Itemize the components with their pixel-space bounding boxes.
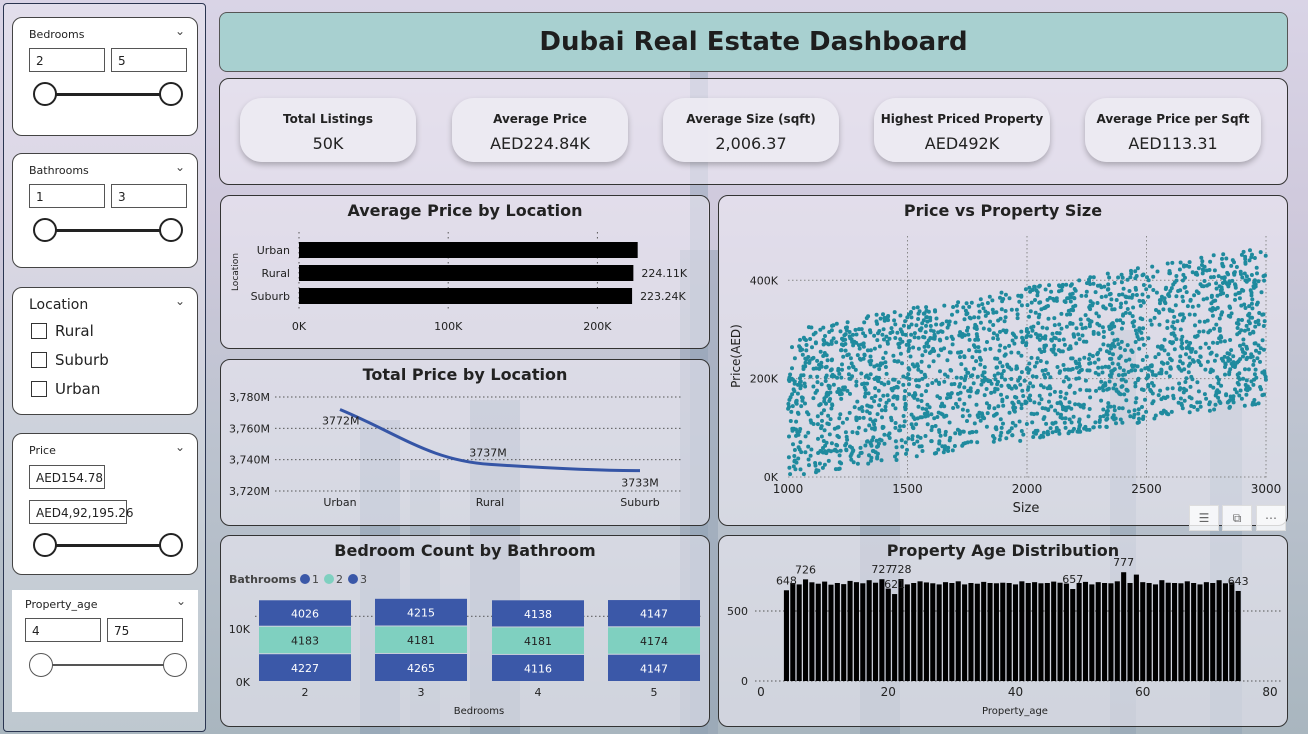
kpi-value: AED224.84K xyxy=(490,134,590,153)
kpi-value: AED113.31 xyxy=(1128,134,1218,153)
total-price-by-location-panel[interactable]: Total Price by Location xyxy=(220,359,710,526)
price-slider-max-handle[interactable] xyxy=(159,533,183,557)
chart-title: Bedroom Count by Bathroom xyxy=(334,541,596,560)
kpi-label: Highest Priced Property xyxy=(880,112,1044,126)
kpi-value: AED492K xyxy=(924,134,1000,153)
chart-title: Price vs Property Size xyxy=(903,201,1103,220)
filter-icon[interactable]: ☰ xyxy=(1189,505,1219,531)
kpi-card-price-per-sqft: Average Price per Sqft AED113.31 xyxy=(1085,98,1261,162)
bathrooms-slicer-title: Bathrooms xyxy=(29,164,89,177)
property-age-slider-min-handle[interactable] xyxy=(29,653,53,677)
property-age-slider-track[interactable] xyxy=(40,664,176,666)
price-min-input[interactable]: AED154.78 xyxy=(29,465,105,489)
bedrooms-slider-min-handle[interactable] xyxy=(33,82,57,106)
chevron-down-icon[interactable]: ⌄ xyxy=(176,594,186,608)
chart-title: Total Price by Location xyxy=(362,365,568,384)
property-age-panel[interactable]: Property Age Distribution xyxy=(718,535,1288,727)
kpi-label: Average Price per Sqft xyxy=(1096,112,1250,126)
bathrooms-slider-min-handle[interactable] xyxy=(33,218,57,242)
bedrooms-slicer[interactable]: Bedrooms ⌄ 2 5 xyxy=(12,17,198,136)
focus-mode-icon[interactable]: ⧉ xyxy=(1222,505,1252,531)
property-age-slider-max-handle[interactable] xyxy=(163,653,187,677)
location-slicer[interactable]: Location ⌄ Rural Suburb Urban xyxy=(12,287,198,415)
price-slider-min-handle[interactable] xyxy=(33,533,57,557)
chevron-down-icon[interactable]: ⌄ xyxy=(175,294,185,308)
location-slicer-title: Location xyxy=(29,297,89,313)
property-age-min-input[interactable]: 4 xyxy=(25,618,101,642)
checkbox[interactable] xyxy=(31,352,47,368)
bedrooms-slider-track[interactable] xyxy=(43,93,173,96)
bedrooms-slicer-title: Bedrooms xyxy=(29,28,85,41)
kpi-card-highest-price: Highest Priced Property AED492K xyxy=(874,98,1050,162)
dashboard-title: Dubai Real Estate Dashboard xyxy=(219,12,1288,72)
kpi-value: 2,006.37 xyxy=(715,134,787,153)
location-option-rural[interactable]: Rural xyxy=(31,322,94,340)
price-slicer[interactable]: Price ⌄ AED154.78 AED4,92,195.26 xyxy=(12,433,198,575)
more-options-icon[interactable]: ⋯ xyxy=(1256,505,1286,531)
bathrooms-slicer[interactable]: Bathrooms ⌄ 1 3 xyxy=(12,153,198,268)
kpi-value: 50K xyxy=(312,134,344,153)
chart-title: Property Age Distribution xyxy=(886,541,1120,560)
chevron-down-icon[interactable]: ⌄ xyxy=(175,440,185,454)
bedrooms-slider-max-handle[interactable] xyxy=(159,82,183,106)
chevron-down-icon[interactable]: ⌄ xyxy=(175,24,185,38)
bedroom-count-panel[interactable]: Bedroom Count by Bathroom xyxy=(220,535,710,727)
kpi-label: Average Price xyxy=(493,112,587,126)
checkbox[interactable] xyxy=(31,381,47,397)
property-age-slicer-title: Property_age xyxy=(25,598,98,611)
price-slicer-title: Price xyxy=(29,444,56,457)
price-max-input[interactable]: AED4,92,195.26 xyxy=(29,500,134,524)
kpi-card-total-listings: Total Listings 50K xyxy=(240,98,416,162)
price-vs-size-panel[interactable]: Price vs Property Size xyxy=(718,195,1288,526)
location-option-label: Rural xyxy=(55,322,94,340)
bedrooms-max-input[interactable]: 5 xyxy=(111,48,187,72)
location-option-urban[interactable]: Urban xyxy=(31,380,100,398)
chart-title: Average Price by Location xyxy=(347,201,583,220)
chevron-down-icon[interactable]: ⌄ xyxy=(175,160,185,174)
bathrooms-max-input[interactable]: 3 xyxy=(111,184,187,208)
bathrooms-slider-track[interactable] xyxy=(43,229,173,232)
property-age-slicer[interactable]: Property_age ⌄ 4 75 xyxy=(12,590,198,712)
checkbox[interactable] xyxy=(31,323,47,339)
kpi-card-average-price: Average Price AED224.84K xyxy=(452,98,628,162)
avg-price-by-location-panel[interactable]: Average Price by Location xyxy=(220,195,710,349)
location-option-label: Suburb xyxy=(55,351,109,369)
location-option-suburb[interactable]: Suburb xyxy=(31,351,109,369)
bathrooms-slider-max-handle[interactable] xyxy=(159,218,183,242)
bedrooms-min-input[interactable]: 2 xyxy=(29,48,105,72)
kpi-label: Total Listings xyxy=(283,112,373,126)
location-option-label: Urban xyxy=(55,380,101,398)
kpi-label: Average Size (sqft) xyxy=(686,112,816,126)
bathrooms-min-input[interactable]: 1 xyxy=(29,184,105,208)
price-slider-track[interactable] xyxy=(43,544,173,547)
property-age-max-input[interactable]: 75 xyxy=(107,618,183,642)
kpi-card-average-size: Average Size (sqft) 2,006.37 xyxy=(663,98,839,162)
